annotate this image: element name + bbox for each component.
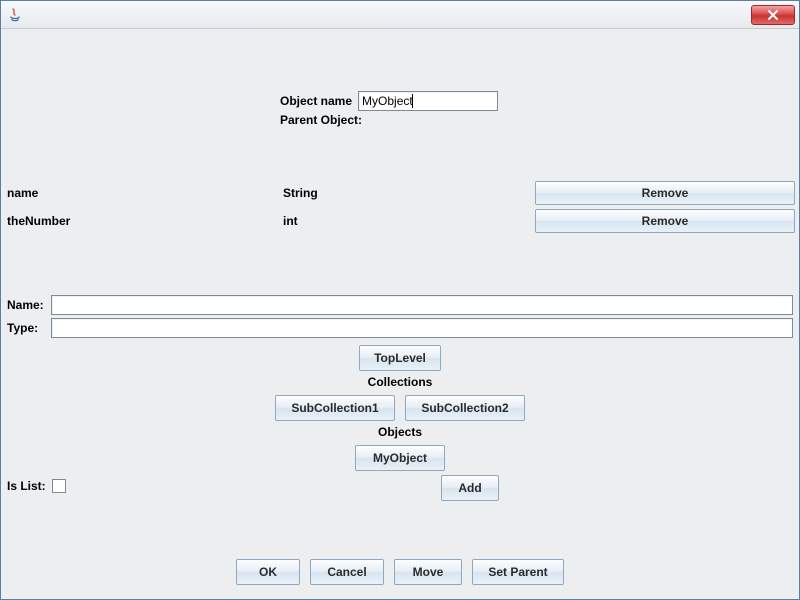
type-input[interactable] <box>51 318 793 338</box>
is-list-label: Is List: <box>7 479 46 493</box>
text-caret <box>412 94 413 108</box>
object-name-input[interactable] <box>358 91 498 111</box>
name-input[interactable] <box>51 295 793 315</box>
add-button[interactable]: Add <box>441 475 499 501</box>
collections-heading: Collections <box>368 375 433 389</box>
is-list-checkbox[interactable] <box>52 479 66 493</box>
objects-heading: Objects <box>378 425 422 439</box>
close-button[interactable] <box>751 5 795 25</box>
collection-button[interactable]: SubCollection1 <box>275 395 395 421</box>
window-frame: Object name Parent Object: name String R… <box>0 0 800 600</box>
titlebar <box>1 1 799 29</box>
field-type: String <box>283 186 533 200</box>
java-icon <box>7 7 23 23</box>
field-row: theNumber int Remove <box>7 207 795 235</box>
field-type: int <box>283 214 533 228</box>
parent-object-label: Parent Object: <box>280 113 362 127</box>
field-name: name <box>7 186 283 200</box>
content-pane: Object name Parent Object: name String R… <box>1 29 799 599</box>
remove-field-button[interactable]: Remove <box>535 181 795 205</box>
collection-button[interactable]: SubCollection2 <box>405 395 525 421</box>
field-row: name String Remove <box>7 179 795 207</box>
field-name: theNumber <box>7 214 283 228</box>
cancel-button[interactable]: Cancel <box>310 559 384 585</box>
fields-list: name String Remove theNumber int Remove <box>7 179 795 235</box>
type-label: Type: <box>7 321 51 335</box>
toplevel-button[interactable]: TopLevel <box>359 345 441 371</box>
close-icon <box>767 10 779 20</box>
bottom-button-bar: OK Cancel Move Set Parent <box>1 559 799 585</box>
move-button[interactable]: Move <box>394 559 462 585</box>
remove-field-button[interactable]: Remove <box>535 209 795 233</box>
object-name-label: Object name <box>280 94 352 108</box>
set-parent-button[interactable]: Set Parent <box>472 559 564 585</box>
ok-button[interactable]: OK <box>236 559 300 585</box>
object-button[interactable]: MyObject <box>355 445 445 471</box>
name-label: Name: <box>7 298 51 312</box>
